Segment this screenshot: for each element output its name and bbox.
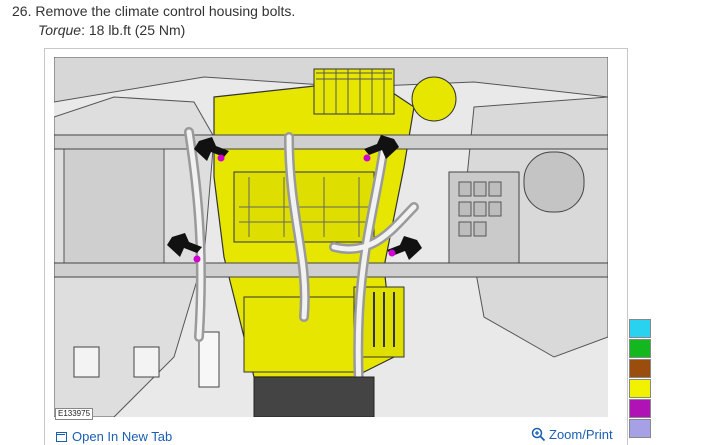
zoom-print-label: Zoom/Print bbox=[549, 427, 613, 442]
color-swatch-column bbox=[629, 319, 651, 439]
swatch-brown bbox=[629, 359, 651, 378]
zoom-in-icon bbox=[531, 427, 546, 442]
torque-spec: Torque: 18 lb.ft (25 Nm) bbox=[38, 22, 185, 38]
climate-housing-illustration[interactable] bbox=[54, 57, 608, 417]
open-in-new-tab-label: Open In New Tab bbox=[72, 429, 173, 444]
open-tab-icon bbox=[56, 431, 67, 442]
swatch-lavender bbox=[629, 419, 651, 438]
step-number: 26. bbox=[12, 3, 32, 19]
swatch-yellow bbox=[629, 379, 651, 398]
figure-id-label: E133975 bbox=[55, 408, 94, 420]
step-text: Remove the climate control housing bolts… bbox=[35, 3, 296, 19]
step-instruction: 26. Remove the climate control housing b… bbox=[12, 3, 295, 19]
swatch-magenta bbox=[629, 399, 651, 418]
open-in-new-tab-link[interactable]: Open In New Tab bbox=[56, 429, 172, 444]
zoom-print-link[interactable]: Zoom/Print bbox=[531, 427, 613, 442]
swatch-green bbox=[629, 339, 651, 358]
torque-value: : 18 lb.ft (25 Nm) bbox=[81, 22, 186, 38]
swatch-cyan bbox=[629, 319, 651, 338]
torque-label: Torque bbox=[38, 22, 82, 38]
